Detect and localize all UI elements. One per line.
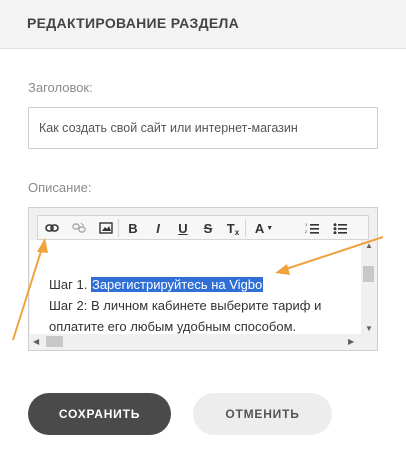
strikethrough-icon[interactable]: S xyxy=(198,218,218,238)
title-label: Заголовок: xyxy=(28,80,93,95)
cancel-button[interactable]: ОТМЕНИТЬ xyxy=(193,393,332,435)
horizontal-scroll-thumb[interactable] xyxy=(46,336,63,347)
dialog-title: РЕДАКТИРОВАНИЕ РАЗДЕЛА xyxy=(27,15,240,31)
scroll-right-icon[interactable]: ▶ xyxy=(348,337,354,346)
dialog-header: РЕДАКТИРОВАНИЕ РАЗДЕЛА xyxy=(0,0,406,49)
content-line-step2: Шаг 2: В личном кабинете выберите тариф … xyxy=(49,298,322,313)
numbered-list-icon[interactable]: 12 xyxy=(302,218,322,238)
link-icon[interactable] xyxy=(42,218,62,238)
editor-toolbar: B I U S Tx A ▼ 12 xyxy=(37,215,369,240)
vertical-scrollbar[interactable]: ▲ ▼ xyxy=(361,240,376,338)
step1-prefix: Шаг 1. xyxy=(49,277,88,292)
content-line-step2-cont: оплатите его любым удобным способом. xyxy=(49,319,297,334)
description-label: Описание: xyxy=(28,180,92,195)
bulleted-list-icon[interactable] xyxy=(330,218,350,238)
title-input[interactable] xyxy=(28,107,378,149)
underline-icon[interactable]: U xyxy=(173,218,193,238)
italic-icon[interactable]: I xyxy=(148,218,168,238)
clear-format-icon[interactable]: Tx xyxy=(223,218,243,238)
save-button[interactable]: СОХРАНИТЬ xyxy=(28,393,171,435)
image-icon[interactable] xyxy=(96,218,116,238)
scroll-left-icon[interactable]: ◀ xyxy=(33,337,39,346)
scroll-up-icon[interactable]: ▲ xyxy=(365,241,373,250)
scroll-down-icon[interactable]: ▼ xyxy=(365,324,373,333)
unlink-icon[interactable] xyxy=(69,218,89,238)
rich-text-editor: B I U S Tx A ▼ 12 Шаг 1. Зарегистрируйтес… xyxy=(28,207,378,351)
svg-text:1: 1 xyxy=(305,222,308,227)
content-line-step1: Шаг 1. Зарегистрируйтесь на Vigbo xyxy=(49,277,264,292)
editor-content[interactable]: Шаг 1. Зарегистрируйтесь на Vigbo Шаг 2:… xyxy=(30,240,361,338)
font-color-icon[interactable]: A ▼ xyxy=(250,218,278,238)
svg-text:2: 2 xyxy=(305,229,308,234)
toolbar-separator xyxy=(245,219,246,237)
bold-icon[interactable]: B xyxy=(123,218,143,238)
toolbar-separator xyxy=(118,219,119,237)
horizontal-scrollbar[interactable]: ◀ ▶ xyxy=(30,334,361,349)
selected-text: Зарегистрируйтесь на Vigbo xyxy=(90,277,264,292)
vertical-scroll-thumb[interactable] xyxy=(363,266,374,282)
